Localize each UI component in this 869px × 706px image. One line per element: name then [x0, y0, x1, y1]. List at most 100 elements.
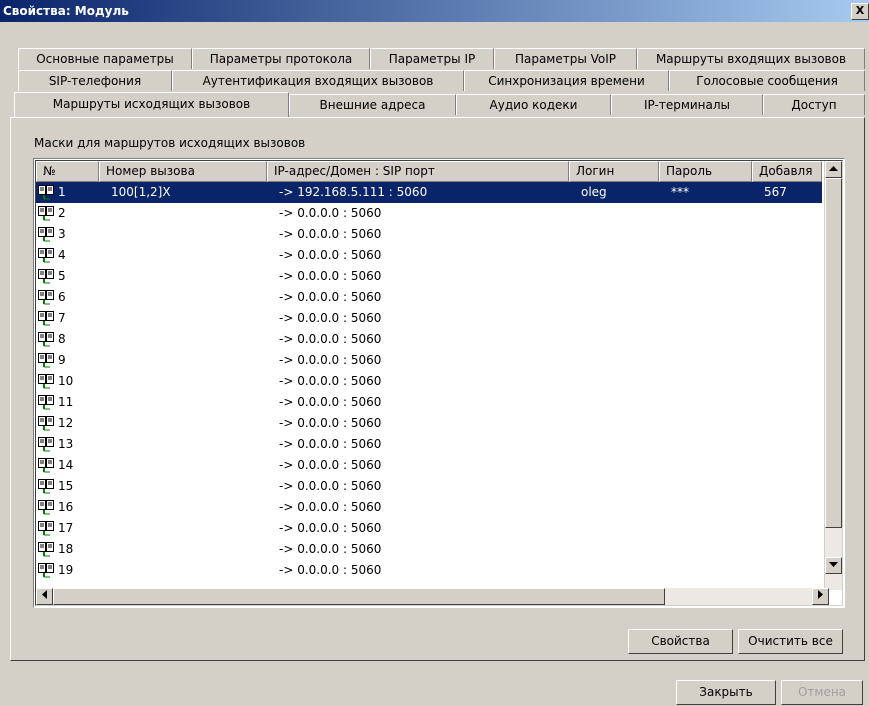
tab-sip-telephony[interactable]: SIP-телефония — [18, 70, 172, 91]
cell-call-number: 100[1,2]X — [111, 185, 171, 199]
phone-book-icon — [38, 521, 54, 536]
tab-time-sync[interactable]: Синхронизация времени — [464, 70, 669, 91]
table-row[interactable]: 7 -> 0.0.0.0 : 5060 — [36, 308, 822, 329]
horizontal-scrollbar[interactable] — [36, 588, 829, 605]
cell-number: 15 — [58, 479, 74, 493]
close-button[interactable]: Закрыть — [676, 680, 776, 705]
arrow-up-icon — [829, 166, 838, 171]
window-title: Свойства: Модуль — [3, 4, 129, 18]
scroll-down-button[interactable] — [825, 557, 842, 574]
routes-group-label: Маски для маршрутов исходящих вызовов — [34, 136, 306, 150]
phone-book-icon — [38, 290, 54, 305]
scroll-right-button[interactable] — [812, 588, 829, 605]
phone-book-icon — [38, 206, 54, 221]
tab-outgoing-routes[interactable]: Маршруты исходящих вызовов — [14, 92, 289, 117]
table-row[interactable]: 3 -> 0.0.0.0 : 5060 — [36, 224, 822, 245]
table-row[interactable]: 16 -> 0.0.0.0 : 5060 — [36, 497, 822, 518]
cell-added: 567 — [764, 185, 787, 199]
column-header-added[interactable]: Добавля — [752, 161, 822, 182]
column-header-password[interactable]: Пароль — [659, 161, 752, 182]
phone-book-icon — [38, 542, 54, 557]
cell-number: 1 — [58, 185, 66, 199]
table-row[interactable]: 11 -> 0.0.0.0 : 5060 — [36, 392, 822, 413]
phone-book-icon — [38, 185, 54, 200]
phone-book-icon — [38, 311, 54, 326]
table-row[interactable]: 18 -> 0.0.0.0 : 5060 — [36, 539, 822, 560]
arrow-right-icon — [817, 590, 823, 599]
cell-number: 13 — [58, 437, 74, 451]
cell-login: oleg — [581, 185, 607, 199]
cell-ip-address: -> 0.0.0.0 : 5060 — [279, 437, 382, 451]
cell-ip-address: -> 0.0.0.0 : 5060 — [279, 311, 382, 325]
window-title-bar: Свойства: Модуль X — [0, 0, 869, 22]
tab-incoming-auth[interactable]: Аутентификация входящих вызовов — [172, 70, 464, 91]
column-header-login[interactable]: Логин — [569, 161, 659, 182]
cell-number: 14 — [58, 458, 74, 472]
tab-ip-params[interactable]: Параметры IP — [370, 48, 494, 69]
tab-access[interactable]: Доступ — [763, 94, 865, 115]
phone-book-icon — [38, 458, 54, 473]
table-row[interactable]: 8 -> 0.0.0.0 : 5060 — [36, 329, 822, 350]
table-header: № Номер вызова IP-адрес/Домен : SIP порт… — [36, 161, 836, 182]
table-row[interactable]: 6 -> 0.0.0.0 : 5060 — [36, 287, 822, 308]
phone-book-icon — [38, 374, 54, 389]
table-row[interactable]: 19 -> 0.0.0.0 : 5060 — [36, 560, 822, 581]
routes-table[interactable]: № Номер вызова IP-адрес/Домен : SIP порт… — [33, 158, 845, 608]
table-row[interactable]: 1 100[1,2]X -> 192.168.5.111 : 5060 oleg ***… — [36, 182, 822, 203]
table-row[interactable]: 10 -> 0.0.0.0 : 5060 — [36, 371, 822, 392]
table-row[interactable]: 9 -> 0.0.0.0 : 5060 — [36, 350, 822, 371]
cell-number: 9 — [58, 353, 66, 367]
arrow-down-icon — [829, 562, 838, 567]
cancel-button[interactable]: Отмена — [781, 680, 863, 705]
tab-protocol-params[interactable]: Параметры протокола — [192, 48, 370, 69]
tab-audio-codecs[interactable]: Аудио кодеки — [456, 94, 611, 115]
table-row[interactable]: 17 -> 0.0.0.0 : 5060 — [36, 518, 822, 539]
tab-voice-messages[interactable]: Голосовые сообщения — [669, 70, 865, 91]
phone-book-icon — [38, 479, 54, 494]
clear-all-button[interactable]: Очистить все — [738, 629, 843, 654]
cell-ip-address: -> 0.0.0.0 : 5060 — [279, 227, 382, 241]
cell-ip-address: -> 0.0.0.0 : 5060 — [279, 542, 382, 556]
cell-password: *** — [671, 185, 689, 199]
scroll-left-button[interactable] — [36, 588, 53, 605]
table-row[interactable]: 5 -> 0.0.0.0 : 5060 — [36, 266, 822, 287]
vertical-scrollbar[interactable] — [824, 161, 842, 590]
cell-number: 4 — [58, 248, 66, 262]
phone-book-icon — [38, 437, 54, 452]
table-row[interactable]: 4 -> 0.0.0.0 : 5060 — [36, 245, 822, 266]
horizontal-scroll-thumb[interactable] — [53, 588, 665, 605]
cell-ip-address: -> 0.0.0.0 : 5060 — [279, 353, 382, 367]
table-row[interactable]: 14 -> 0.0.0.0 : 5060 — [36, 455, 822, 476]
scroll-thumb[interactable] — [825, 178, 842, 528]
table-row[interactable]: 13 -> 0.0.0.0 : 5060 — [36, 434, 822, 455]
cell-ip-address: -> 0.0.0.0 : 5060 — [279, 248, 382, 262]
phone-book-icon — [38, 227, 54, 242]
tab-ip-terminals[interactable]: IP-терминалы — [611, 94, 763, 115]
cell-ip-address: -> 0.0.0.0 : 5060 — [279, 500, 382, 514]
table-row[interactable]: 2 -> 0.0.0.0 : 5060 — [36, 203, 822, 224]
properties-button[interactable]: Свойства — [628, 629, 733, 654]
cell-ip-address: -> 0.0.0.0 : 5060 — [279, 563, 382, 577]
column-header-call-number[interactable]: Номер вызова — [99, 161, 267, 182]
cell-number: 10 — [58, 374, 74, 388]
tab-basic-params[interactable]: Основные параметры — [18, 48, 192, 69]
cell-ip-address: -> 0.0.0.0 : 5060 — [279, 290, 382, 304]
cell-ip-address: -> 0.0.0.0 : 5060 — [279, 479, 382, 493]
tab-external-addresses[interactable]: Внешние адреса — [289, 94, 456, 115]
tab-voip-params[interactable]: Параметры VoIP — [494, 48, 637, 69]
cell-ip-address: -> 0.0.0.0 : 5060 — [279, 395, 382, 409]
phone-book-icon — [38, 248, 54, 263]
scroll-up-button[interactable] — [825, 161, 842, 178]
column-header-ip-address[interactable]: IP-адрес/Домен : SIP порт — [267, 161, 569, 182]
column-header-number[interactable]: № — [36, 161, 99, 182]
table-row[interactable]: 15 -> 0.0.0.0 : 5060 — [36, 476, 822, 497]
cell-ip-address: -> 0.0.0.0 : 5060 — [279, 521, 382, 535]
phone-book-icon — [38, 563, 54, 578]
close-window-button[interactable]: X — [851, 3, 869, 20]
cell-number: 3 — [58, 227, 66, 241]
cell-ip-address: -> 0.0.0.0 : 5060 — [279, 458, 382, 472]
tab-incoming-routes[interactable]: Маршруты входящих вызовов — [637, 48, 865, 69]
phone-book-icon — [38, 353, 54, 368]
table-row[interactable]: 12 -> 0.0.0.0 : 5060 — [36, 413, 822, 434]
cell-number: 2 — [58, 206, 66, 220]
